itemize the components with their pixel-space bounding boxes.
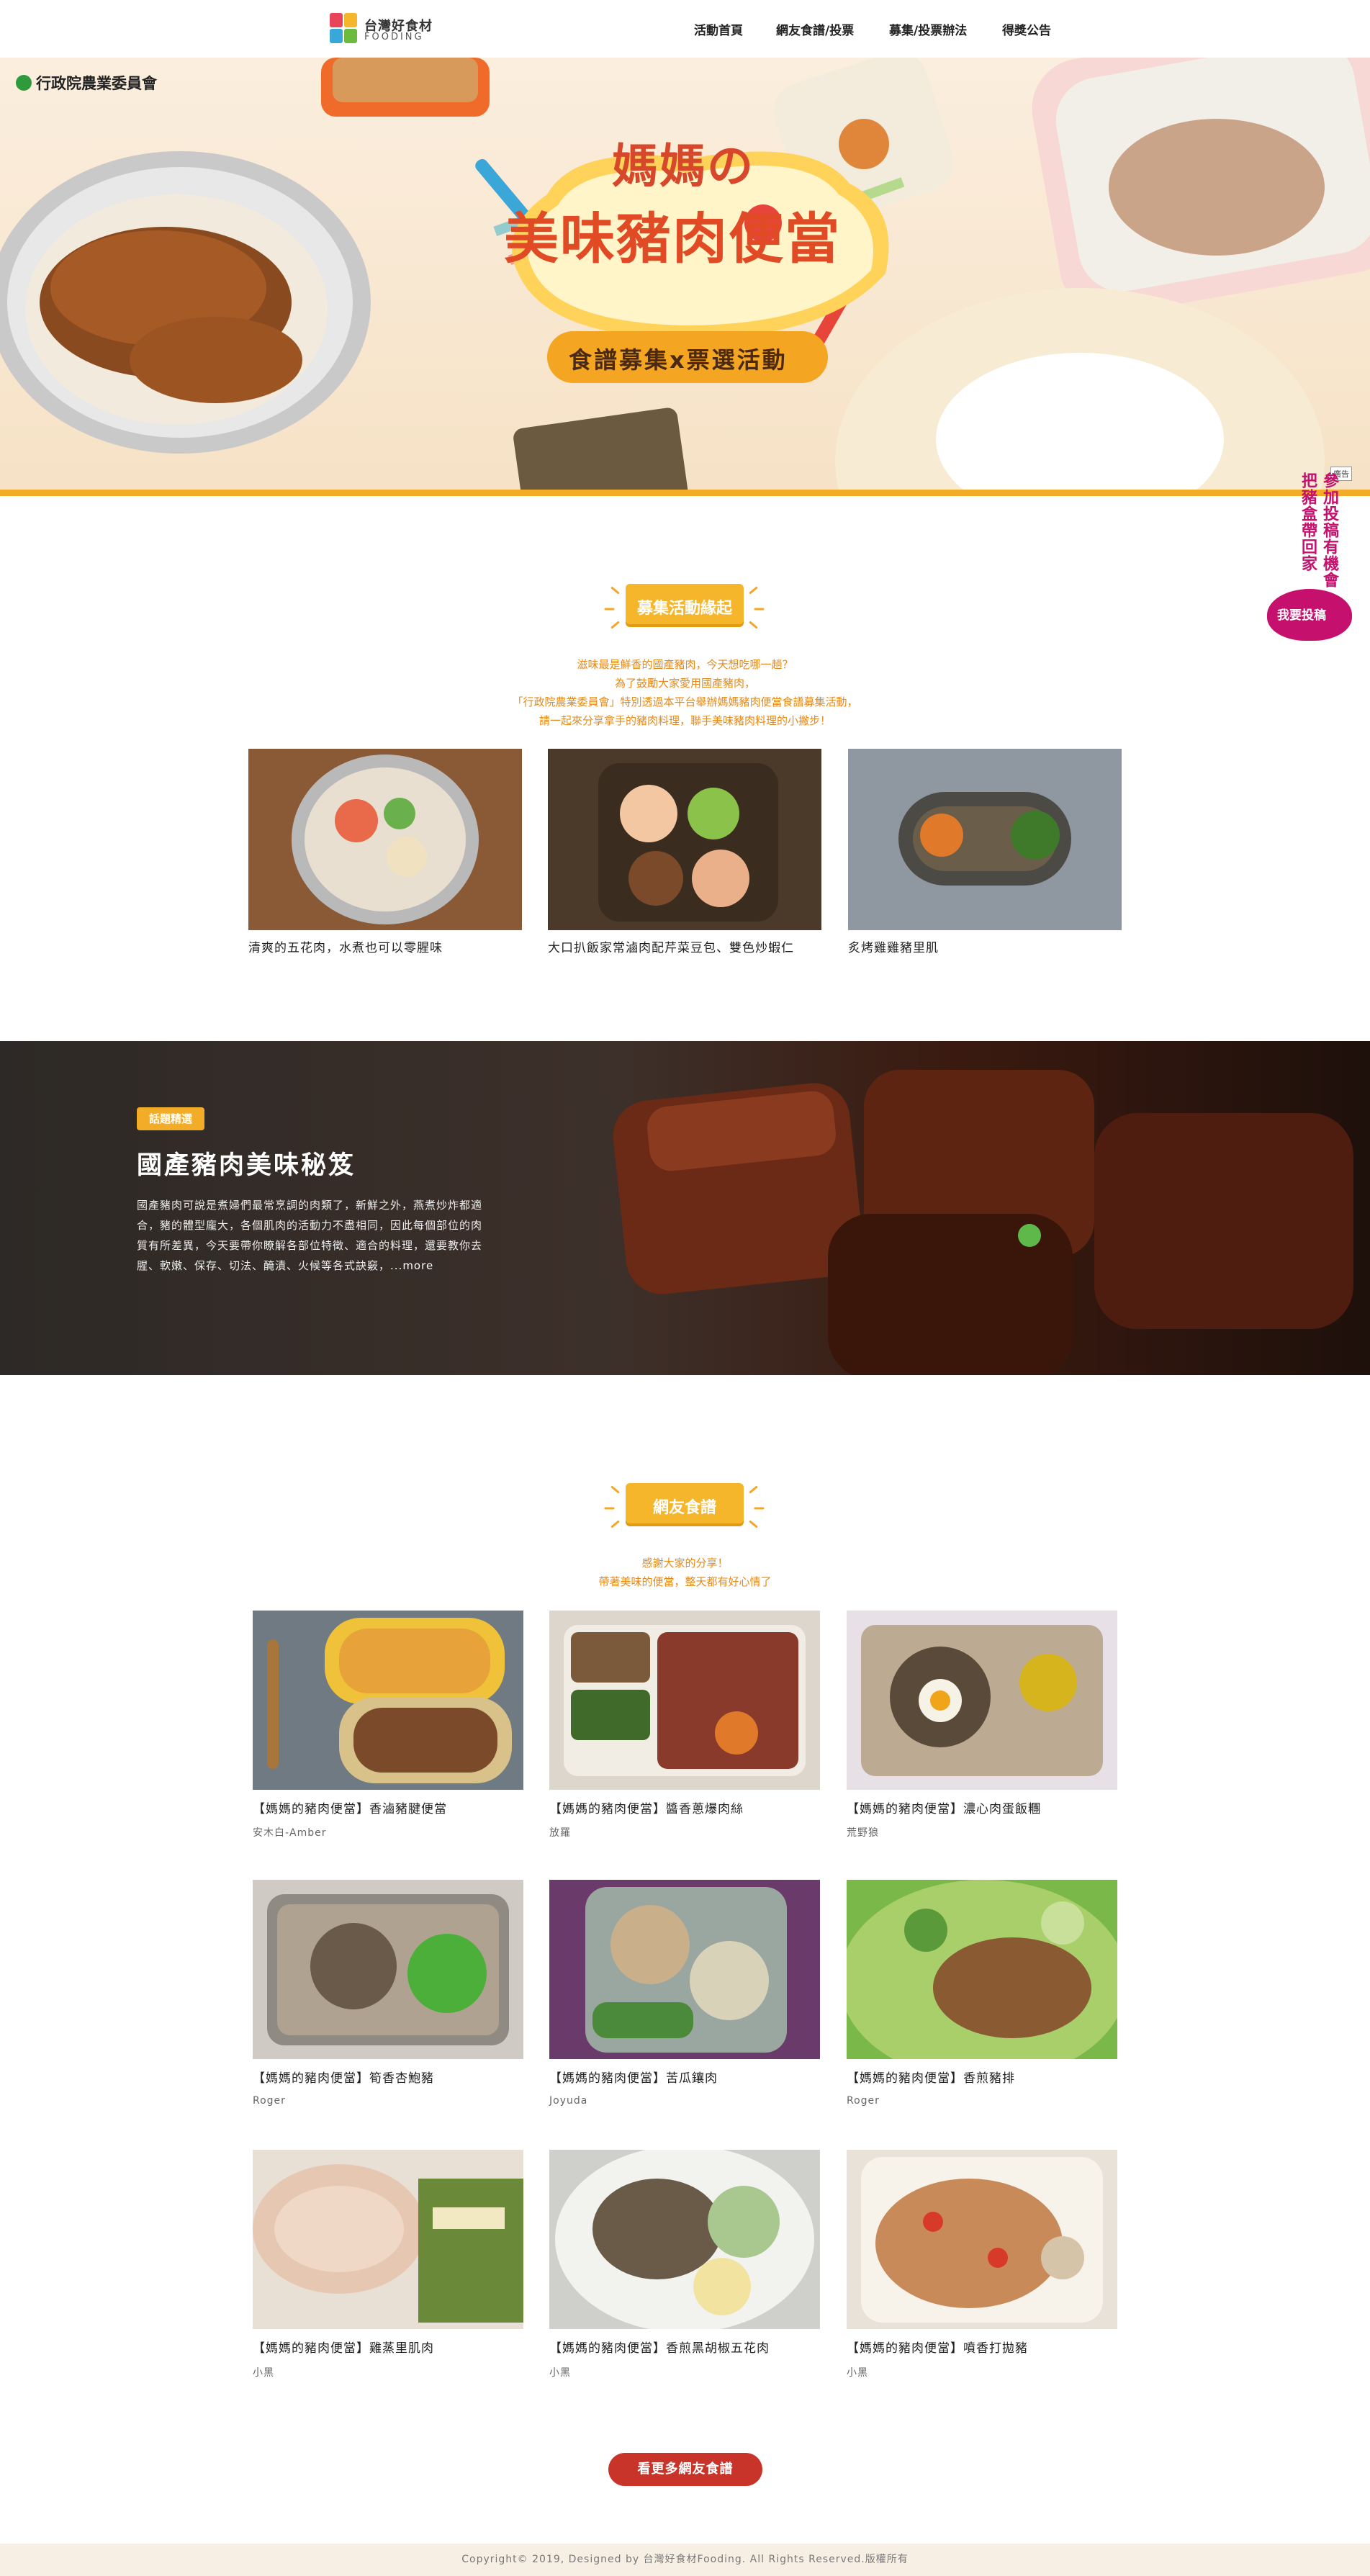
recipe-title[interactable]: 【媽媽的豬肉便當】噴香打拋豬	[847, 2338, 1028, 2356]
ray-decoration	[749, 586, 758, 595]
side-ad[interactable]: 廣告 參加投稿有機會 把豬盒帶回家 我要投稿	[1267, 467, 1359, 647]
ad-line-2: 把豬盒帶回家	[1299, 472, 1317, 572]
recipe-title[interactable]: 【媽媽的豬肉便當】筍香杏鮑豬	[253, 2068, 434, 2086]
recipe-author: 小黑	[253, 2367, 274, 2379]
hero-title-block: 媽媽の 美味豬肉便當 食譜募集x票選活動	[0, 58, 1370, 490]
recipe-card-image[interactable]	[253, 1611, 523, 1790]
food-photo	[253, 1611, 523, 1790]
food-photo	[549, 1611, 820, 1790]
recipe-author: 小黑	[549, 2367, 571, 2379]
section-title-origin: 募集活動緣起	[604, 571, 765, 636]
logo-mark-icon	[330, 13, 359, 45]
food-photo	[253, 2150, 523, 2329]
origin-card-image[interactable]	[248, 749, 522, 930]
origin-card-image[interactable]	[848, 749, 1122, 930]
coa-logo: 行政院農業委員會	[16, 72, 157, 94]
recipe-card-image[interactable]	[253, 1880, 523, 2059]
ad-line-1: 參加投稿有機會	[1320, 472, 1338, 588]
nav-item-rules[interactable]: 募集/投票辦法	[889, 20, 967, 38]
recipe-title[interactable]: 【媽媽的豬肉便當】濃心肉蛋飯糰	[847, 1798, 1041, 1816]
hero-title-line2: 美味豬肉便當	[504, 207, 841, 271]
hero-title-line1: 媽媽の	[612, 140, 754, 194]
top-navbar: 台灣好食材 FOODING 活動首頁 網友食譜/投票 募集/投票辦法 得獎公告	[0, 0, 1370, 58]
banner-body: 國產豬肉可說是煮婦們最常烹調的肉類了，新鮮之外，燕煮炒炸都適合，豬的體型龐大，各…	[137, 1195, 490, 1276]
ray-decoration	[749, 621, 758, 629]
intro-line: 「行政院農業委員會」特別透過本平台舉辦媽媽豬肉便當食譜募集活動，	[512, 695, 858, 708]
intro-line: 請一起來分享拿手的豬肉料理，聯手美味豬肉料理的小撇步！	[538, 714, 831, 727]
hero-banner: 媽媽の 美味豬肉便當 食譜募集x票選活動	[0, 58, 1370, 490]
banner-tag: 話題精選	[137, 1107, 204, 1130]
food-photo	[847, 1611, 1117, 1790]
section-title-recipes: 網友食譜	[604, 1470, 765, 1535]
ray-decoration	[610, 586, 620, 595]
food-photo	[847, 2150, 1117, 2329]
ray-decoration	[610, 621, 620, 629]
recipe-title[interactable]: 【媽媽的豬肉便當】雞蒸里肌肉	[253, 2338, 434, 2356]
coa-label: 行政院農業委員會	[36, 75, 157, 92]
food-photo	[549, 2150, 820, 2329]
origin-intro: 滋味最是鮮香的國產豬肉，今天想吃哪一趟？ 為了鼓勵大家愛用國產豬肉， 「行政院農…	[0, 655, 1370, 730]
food-photo	[549, 1880, 820, 2059]
food-photo	[253, 1880, 523, 2059]
hero-subtitle: 食譜募集x票選活動	[569, 346, 788, 374]
ray-decoration	[610, 1520, 620, 1528]
submit-button[interactable]: 我要投稿	[1277, 605, 1326, 623]
copyright-text: Copyright© 2019, Designed by 台灣好食材Foodin…	[461, 2554, 909, 2565]
origin-card-caption[interactable]: 清爽的五花肉，水煮也可以零腥味	[248, 937, 443, 955]
recipe-title[interactable]: 【媽媽的豬肉便當】香煎豬排	[847, 2068, 1015, 2086]
logo-subtitle: FOODING	[364, 32, 424, 42]
food-photo	[847, 1880, 1117, 2059]
food-photo	[848, 749, 1122, 930]
recipes-intro: 感謝大家的分享！ 帶著美味的便當，整天都有好心情了	[0, 1554, 1370, 1591]
footer: Copyright© 2019, Designed by 台灣好食材Foodin…	[0, 2544, 1370, 2576]
recipe-author: 荒野狼	[847, 1827, 879, 1839]
intro-line: 帶著美味的便當，整天都有好心情了	[598, 1575, 772, 1588]
site-logo[interactable]: 台灣好食材 FOODING	[330, 12, 438, 46]
recipe-author: 安木白-Amber	[253, 1827, 327, 1839]
ray-decoration	[749, 1485, 758, 1494]
nav-item-winners[interactable]: 得獎公告	[1002, 20, 1051, 38]
ray-decoration	[749, 1520, 758, 1528]
origin-card-image[interactable]	[548, 749, 821, 930]
food-photo	[248, 749, 522, 930]
recipe-card-image[interactable]	[549, 2150, 820, 2329]
recipe-title[interactable]: 【媽媽的豬肉便當】香滷豬腱便當	[253, 1798, 447, 1816]
origin-card-caption[interactable]: 炙烤雞雞豬里肌	[848, 937, 939, 955]
recipe-title[interactable]: 【媽媽的豬肉便當】醬香蔥爆肉絲	[549, 1798, 744, 1816]
recipe-card-image[interactable]	[253, 2150, 523, 2329]
recipe-card-image[interactable]	[847, 1611, 1117, 1790]
recipe-author: 小黑	[847, 2367, 868, 2379]
recipe-card-image[interactable]	[549, 1880, 820, 2059]
recipe-author: 放羅	[549, 1827, 571, 1839]
recipe-card-image[interactable]	[847, 2150, 1117, 2329]
origin-card-caption[interactable]: 大口扒飯家常滷肉配芹菜豆包、雙色炒蝦仁	[548, 937, 794, 955]
coa-leaf-icon	[16, 75, 32, 91]
recipe-author: Joyuda	[549, 2095, 588, 2107]
section-title: 募集活動緣起	[636, 600, 732, 618]
banner-more-link[interactable]: ...more	[390, 1259, 433, 1272]
page: 台灣好食材 FOODING 活動首頁 網友食譜/投票 募集/投票辦法 得獎公告	[0, 0, 1370, 2576]
nav-item-home[interactable]: 活動首頁	[694, 20, 743, 38]
recipe-card-image[interactable]	[549, 1611, 820, 1790]
ray-decoration	[610, 1485, 620, 1494]
recipe-title[interactable]: 【媽媽的豬肉便當】香煎黑胡椒五花肉	[549, 2338, 770, 2356]
nav-item-recipes-vote[interactable]: 網友食譜/投票	[776, 20, 854, 38]
more-recipes-button[interactable]: 看更多網友食譜	[608, 2453, 762, 2486]
recipe-title[interactable]: 【媽媽的豬肉便當】苦瓜鑲肉	[549, 2068, 718, 2086]
recipe-card-image[interactable]	[847, 1880, 1117, 2059]
hero-divider	[0, 490, 1370, 496]
intro-line: 為了鼓勵大家愛用國產豬肉，	[614, 677, 755, 690]
recipe-author: Roger	[253, 2095, 286, 2107]
recipe-author: Roger	[847, 2095, 880, 2107]
intro-line: 滋味最是鮮香的國產豬肉，今天想吃哪一趟？	[577, 658, 793, 671]
banner-title[interactable]: 國產豬肉美味秘笈	[137, 1145, 356, 1181]
food-photo	[548, 749, 821, 930]
intro-line: 感謝大家的分享！	[641, 1557, 729, 1570]
section-title: 網友食譜	[652, 1499, 716, 1517]
